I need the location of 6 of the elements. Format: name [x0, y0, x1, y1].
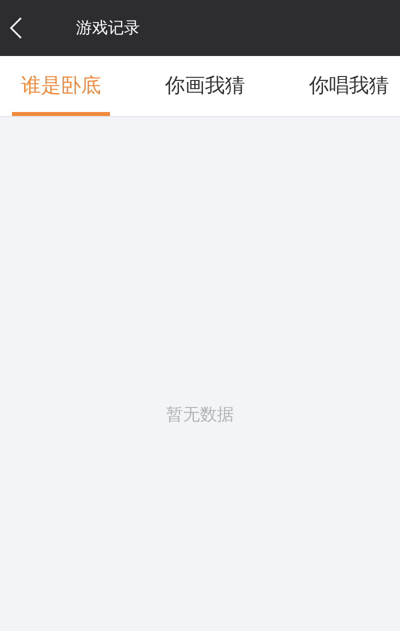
back-icon: [10, 17, 22, 39]
tab[interactable]: 你唱我猜: [300, 56, 398, 116]
back-button[interactable]: [8, 15, 24, 41]
empty-message: 暂无数据: [166, 404, 234, 425]
tab[interactable]: 你画我猜: [156, 56, 254, 116]
page-title: 游戏记录: [76, 18, 140, 38]
